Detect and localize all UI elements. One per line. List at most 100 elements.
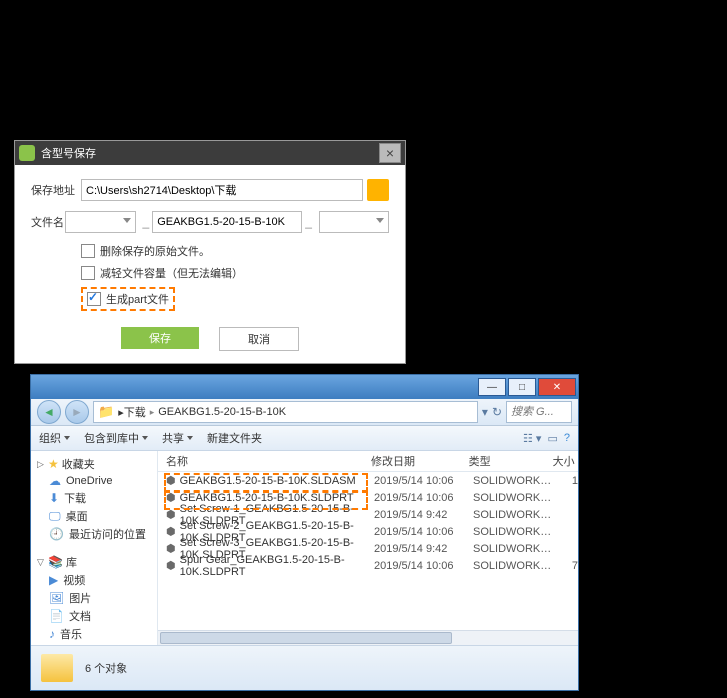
cloud-icon: ☁ — [49, 474, 61, 488]
file-icon: ⬢ — [166, 559, 176, 572]
save-with-model-dialog: 含型号保存 × 保存地址 文件名 _ _ 删除保存的原始文件。 减轻文件容量（但… — [14, 140, 406, 364]
col-name-header[interactable]: 名称 — [158, 453, 371, 469]
save-button[interactable]: 保存 — [121, 327, 199, 349]
column-headers: 名称 修改日期 类型 大小 — [158, 451, 578, 472]
save-path-label: 保存地址 — [31, 182, 81, 198]
col-date-header[interactable]: 修改日期 — [371, 453, 469, 469]
new-folder-button[interactable]: 新建文件夹 — [207, 430, 262, 446]
toolbar: 组织 包含到库中 共享 新建文件夹 ☷ ▾ ▭ ? — [31, 426, 578, 451]
file-list-pane: 名称 修改日期 类型 大小 ⬢ GEAKBG1.5-20-15-B-10K.SLD… — [158, 451, 578, 645]
maximize-button[interactable]: □ — [508, 378, 536, 396]
close-icon[interactable]: × — [379, 143, 401, 163]
file-row[interactable]: ⬢ GEAKBG1.5-20-15-B-10K.SLDASM 2019/5/14 1… — [158, 472, 578, 489]
include-library-menu[interactable]: 包含到库中 — [84, 430, 148, 446]
close-button[interactable]: ✕ — [538, 378, 576, 396]
window-titlebar[interactable]: — □ ✕ — [31, 375, 578, 399]
video-icon: ▶ — [49, 573, 58, 587]
file-date: 2019/5/14 9:42 — [374, 543, 473, 555]
sidebar-desktop[interactable]: 🖵桌面 — [31, 507, 157, 525]
save-path-input[interactable] — [81, 179, 363, 201]
file-row[interactable]: ⬢Spur Gear_GEAKBG1.5-20-15-B-10K.SLDPRT2… — [158, 557, 578, 574]
file-size: 1 — [558, 475, 578, 487]
sidebar-onedrive[interactable]: ☁OneDrive — [31, 473, 157, 489]
chevron-down-icon — [187, 436, 193, 440]
download-icon: ⬇ — [49, 491, 59, 505]
forward-button[interactable]: ► — [65, 400, 89, 424]
generate-part-highlight: 生成part文件 — [81, 287, 175, 311]
file-date: 2019/5/14 9:42 — [374, 509, 473, 521]
library-icon: 📚 — [48, 555, 63, 569]
sidebar-documents[interactable]: 📄文档 — [31, 607, 157, 625]
file-date: 2019/5/14 10:06 — [374, 475, 473, 487]
delete-original-label: 删除保存的原始文件。 — [100, 243, 210, 259]
file-name: Spur Gear_GEAKBG1.5-20-15-B-10K.SLDPRT — [180, 554, 374, 578]
chevron-down-icon — [123, 218, 131, 223]
browse-folder-button[interactable] — [367, 179, 389, 201]
dropdown-icon[interactable]: ▾ — [482, 405, 488, 419]
folder-icon: 📁 — [98, 404, 114, 420]
organize-menu[interactable]: 组织 — [39, 430, 70, 446]
help-icon[interactable]: ? — [564, 432, 570, 445]
sidebar-favorites[interactable]: ▷★收藏夹 — [31, 455, 157, 473]
status-bar: 6 个对象 — [31, 645, 578, 690]
crumb-1[interactable]: 下载 — [124, 404, 146, 420]
chevron-down-icon — [142, 436, 148, 440]
file-type: SOLIDWORKS Pa... — [473, 560, 558, 572]
file-date: 2019/5/14 10:06 — [374, 560, 473, 572]
view-options-icon[interactable]: ☷ ▾ — [523, 432, 541, 445]
sidebar-recent[interactable]: 🕘最近访问的位置 — [31, 525, 157, 543]
dialog-title: 含型号保存 — [41, 145, 379, 161]
reduce-size-label: 减轻文件容量（但无法编辑） — [100, 265, 243, 281]
file-type: SOLIDWORKS Pa... — [473, 543, 558, 555]
music-icon: ♪ — [49, 627, 55, 641]
file-type: SOLIDWORKS Pa... — [473, 509, 558, 521]
minimize-button[interactable]: — — [478, 378, 506, 396]
sidebar-music[interactable]: ♪音乐 — [31, 625, 157, 643]
navigation-pane: ▷★收藏夹 ☁OneDrive ⬇下载 🖵桌面 🕘最近访问的位置 ▽📚库 ▶视频… — [31, 451, 158, 645]
filename-suffix-select[interactable] — [319, 211, 389, 233]
file-type: SOLIDWORKS Pa... — [473, 492, 558, 504]
refresh-icon[interactable]: ↻ — [492, 405, 502, 419]
back-button[interactable]: ◄ — [37, 400, 61, 424]
breadcrumb[interactable]: 📁 ▸ 下载 ▸ GEAKBG1.5-20-15-B-10K — [93, 401, 478, 423]
file-date: 2019/5/14 10:06 — [374, 526, 473, 538]
filename-prefix-select[interactable] — [65, 211, 135, 233]
horizontal-scrollbar[interactable] — [158, 630, 578, 645]
sidebar-downloads[interactable]: ⬇下载 — [31, 489, 157, 507]
chevron-down-icon — [376, 218, 384, 223]
chevron-down-icon — [64, 436, 70, 440]
share-menu[interactable]: 共享 — [162, 430, 193, 446]
scroll-thumb[interactable] — [160, 632, 452, 644]
file-date: 2019/5/14 10:06 — [374, 492, 473, 504]
file-type: SOLIDWORKS A... — [473, 475, 558, 487]
nav-bar: ◄ ► 📁 ▸ 下载 ▸ GEAKBG1.5-20-15-B-10K ▾ ↻ — [31, 399, 578, 426]
app-icon — [19, 145, 35, 161]
file-name: GEAKBG1.5-20-15-B-10K.SLDASM — [180, 475, 356, 487]
search-input[interactable] — [506, 401, 572, 423]
file-type: SOLIDWORKS Pa... — [473, 526, 558, 538]
delete-original-checkbox[interactable] — [81, 244, 95, 258]
recent-icon: 🕘 — [49, 527, 64, 541]
file-name-label: 文件名 — [31, 214, 65, 230]
crumb-2[interactable]: GEAKBG1.5-20-15-B-10K — [158, 406, 286, 418]
file-icon: ⬢ — [166, 474, 176, 487]
sidebar-pictures[interactable]: 🖼图片 — [31, 589, 157, 607]
file-explorer-window: — □ ✕ ◄ ► 📁 ▸ 下载 ▸ GEAKBG1.5-20-15-B-10K… — [30, 374, 579, 691]
dialog-titlebar[interactable]: 含型号保存 × — [15, 141, 405, 165]
star-icon: ★ — [48, 457, 59, 471]
desktop-icon: 🖵 — [49, 509, 61, 524]
filename-input[interactable] — [152, 211, 302, 233]
col-type-header[interactable]: 类型 — [469, 453, 553, 469]
generate-part-checkbox[interactable] — [87, 292, 101, 306]
preview-pane-icon[interactable]: ▭ — [547, 432, 557, 445]
cancel-button[interactable]: 取消 — [219, 327, 299, 351]
picture-icon: 🖼 — [49, 591, 64, 605]
sidebar-libraries[interactable]: ▽📚库 — [31, 553, 157, 571]
folder-icon — [41, 654, 73, 682]
status-text: 6 个对象 — [85, 660, 127, 676]
reduce-size-checkbox[interactable] — [81, 266, 95, 280]
generate-part-label: 生成part文件 — [106, 291, 169, 307]
file-size: 7 — [558, 560, 578, 572]
sidebar-videos[interactable]: ▶视频 — [31, 571, 157, 589]
col-size-header[interactable]: 大小 — [553, 453, 578, 469]
